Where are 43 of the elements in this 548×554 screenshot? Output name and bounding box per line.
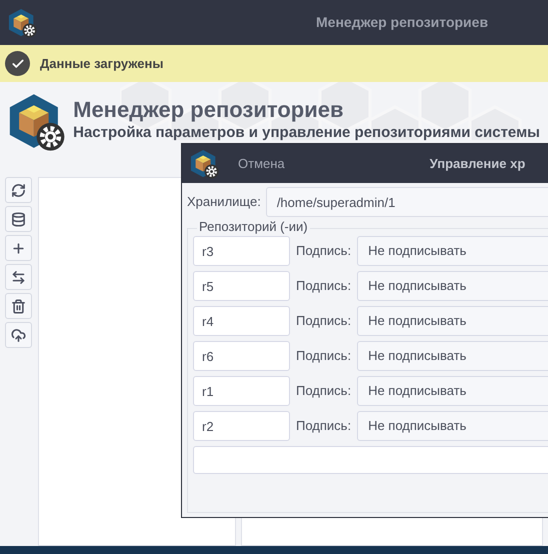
signature-dropdown[interactable]: Не подписывать bbox=[357, 341, 548, 371]
signature-label: Подпись: bbox=[296, 242, 352, 260]
signature-label: Подпись: bbox=[296, 382, 352, 400]
window-title: Менеджер репозиториев bbox=[316, 13, 488, 32]
toolbar-button[interactable] bbox=[5, 206, 32, 232]
repository-name-field[interactable]: r3 bbox=[193, 236, 290, 266]
repository-name-field[interactable]: r2 bbox=[193, 411, 290, 441]
header-subtitle: Настройка параметров и управление репозиториями системы bbox=[73, 124, 540, 142]
cancel-button[interactable]: Отмена bbox=[238, 154, 285, 174]
signature-dropdown[interactable]: Не подписывать bbox=[357, 376, 548, 406]
dialog-logo-icon bbox=[190, 148, 220, 178]
storage-field[interactable]: /home/superadmin/1 bbox=[266, 187, 548, 217]
check-icon bbox=[5, 51, 30, 76]
signature-dropdown[interactable]: Не подписывать bbox=[357, 271, 548, 301]
signature-label: Подпись: bbox=[296, 277, 352, 296]
dialog-title: Управление хр bbox=[430, 154, 526, 173]
repository-name-field[interactable]: r6 bbox=[193, 341, 290, 371]
signature-dropdown[interactable]: Не подписывать bbox=[357, 236, 548, 266]
signature-label: Подпись: bbox=[296, 417, 352, 436]
repository-name-field[interactable]: r1 bbox=[193, 376, 290, 406]
repository-name-field[interactable]: r4 bbox=[193, 306, 290, 336]
database-icon bbox=[11, 212, 26, 226]
notification-text: Данные загружены bbox=[40, 54, 164, 73]
toolbar-button[interactable] bbox=[5, 235, 32, 261]
toolbar-button[interactable] bbox=[5, 293, 32, 319]
app-logo-icon bbox=[8, 8, 38, 38]
plus-icon bbox=[11, 240, 26, 256]
signature-dropdown[interactable]: Не подписывать bbox=[357, 306, 548, 336]
signature-label: Подпись: bbox=[296, 347, 352, 366]
storage-label: Хранилище: bbox=[187, 193, 261, 212]
signature-dropdown[interactable]: Не подписывать bbox=[357, 411, 548, 441]
new-repository-field[interactable] bbox=[193, 446, 548, 474]
signature-label: Подпись: bbox=[296, 312, 352, 330]
toolbar-button[interactable] bbox=[5, 264, 32, 290]
swap-arrows-icon bbox=[11, 270, 26, 284]
trash-icon bbox=[11, 298, 26, 314]
toolbar-button[interactable] bbox=[5, 322, 32, 348]
header-title: Менеджер репозиториев bbox=[73, 96, 344, 124]
repository-name-field[interactable]: r5 bbox=[193, 271, 290, 301]
cloud-upload-icon bbox=[11, 328, 26, 342]
group-title: Репозиторий (-ии) bbox=[197, 219, 310, 235]
toolbar-button[interactable] bbox=[5, 177, 32, 203]
refresh-icon bbox=[11, 182, 26, 198]
